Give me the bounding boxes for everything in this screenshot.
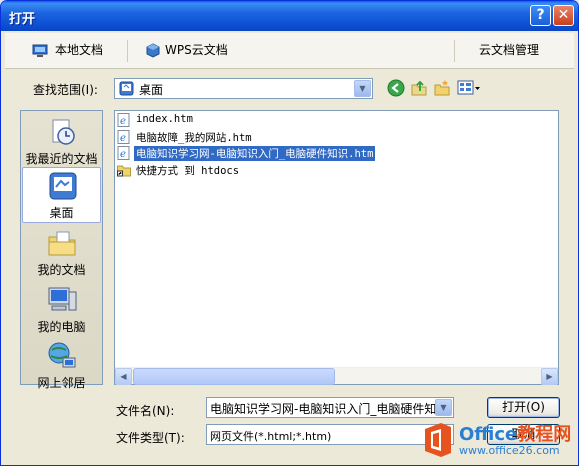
tab-divider: [127, 40, 128, 62]
place-label: 我最近的文档: [25, 152, 98, 166]
chevron-down-icon[interactable]: ▼: [435, 399, 452, 416]
back-icon[interactable]: [387, 79, 405, 97]
my-computer-icon: [48, 287, 77, 311]
help-icon: ?: [536, 7, 545, 23]
my-documents-folder-icon: [48, 231, 76, 256]
file-name: 电脑故障_我的网站.htm: [136, 132, 252, 144]
new-folder-icon[interactable]: [433, 79, 451, 97]
tab-manage-label: 云文档管理: [479, 43, 540, 57]
place-network[interactable]: 网上邻居: [22, 338, 101, 394]
ie-html-file-icon: e: [117, 130, 130, 144]
monitor-icon: [32, 44, 48, 57]
recent-documents-icon: [52, 119, 75, 145]
up-folder-icon[interactable]: [410, 79, 428, 97]
watermark-url: www.office26.com: [459, 444, 560, 457]
office-logo-icon: [425, 423, 451, 457]
location-tabs: 本地文档 WPS云文档 云文档管理: [5, 33, 574, 69]
tab-local-label: 本地文档: [55, 43, 104, 57]
open-dialog: 打开 ? ✕ 本地文档 WPS云文档 云文档管理 查找范围(I): 桌面 ▼ 我…: [0, 0, 579, 466]
file-name-label: 文件名(N):: [116, 404, 175, 418]
file-name: 快捷方式 到 htdocs: [136, 165, 240, 177]
view-menu-icon[interactable]: [457, 79, 481, 97]
cloud-cube-icon: [146, 43, 160, 58]
scroll-right-button[interactable]: ▶: [541, 368, 558, 385]
file-name-value: 电脑知识学习网-电脑知识入门_电脑硬件知识: [210, 402, 435, 416]
network-icon: [48, 342, 76, 368]
places-bar: 我最近的文档 桌面 我的文档 我的电脑 网上邻居: [20, 110, 103, 390]
place-label: 我的文档: [37, 263, 86, 277]
ie-html-file-icon: e: [117, 113, 130, 127]
file-name: 电脑知识学习网-电脑知识入门_电脑硬件知识.htm: [134, 146, 376, 161]
place-desktop[interactable]: 桌面: [22, 167, 101, 223]
dialog-title: 打开: [9, 12, 36, 27]
scroll-left-button[interactable]: ◀: [115, 368, 132, 385]
watermark-brand: Office教程网: [459, 424, 572, 445]
tab-wps-cloud[interactable]: WPS云文档: [146, 33, 228, 69]
svg-text:e: e: [120, 116, 126, 127]
title-bar: 打开 ? ✕: [1, 1, 578, 31]
open-button[interactable]: 打开(O): [487, 397, 560, 418]
horizontal-scrollbar[interactable]: ◀ ▶: [115, 367, 558, 385]
svg-text:e: e: [120, 133, 126, 144]
desktop-icon: [119, 81, 134, 96]
file-list[interactable]: e index.htm e 电脑故障_我的网站.htm e 电脑知识学习网-电脑…: [114, 110, 559, 385]
place-recent-documents[interactable]: 我最近的文档: [22, 114, 101, 170]
tab-local-documents[interactable]: 本地文档: [32, 33, 104, 69]
place-my-computer[interactable]: 我的电脑: [22, 282, 101, 338]
close-button[interactable]: ✕: [553, 5, 574, 26]
folder-shortcut-icon: [117, 165, 131, 177]
tab-wps-label: WPS云文档: [165, 43, 228, 57]
chevron-down-icon[interactable]: ▼: [354, 80, 371, 97]
scroll-thumb[interactable]: [133, 368, 335, 385]
look-in-value: 桌面: [139, 83, 164, 97]
watermark: Office教程网 www.office26.com: [415, 417, 578, 465]
close-icon: ✕: [557, 7, 570, 23]
place-label: 网上邻居: [37, 376, 86, 390]
file-name-input[interactable]: 电脑知识学习网-电脑知识入门_电脑硬件知识 ▼: [206, 397, 454, 418]
file-type-value: 网页文件(*.html;*.htm): [210, 430, 332, 443]
place-my-documents[interactable]: 我的文档: [22, 225, 101, 281]
look-in-label: 查找范围(I):: [33, 83, 98, 97]
desktop-icon: [49, 172, 77, 200]
svg-text:e: e: [120, 149, 126, 160]
ie-html-file-icon: e: [117, 146, 130, 160]
place-label: 桌面: [49, 206, 74, 220]
look-in-select[interactable]: 桌面 ▼: [114, 78, 373, 99]
tab-divider: [454, 40, 455, 62]
tab-cloud-manage[interactable]: 云文档管理: [479, 33, 539, 69]
help-button[interactable]: ?: [530, 5, 551, 26]
place-label: 我的电脑: [37, 320, 86, 334]
file-name: index.htm: [136, 113, 193, 125]
file-type-label: 文件类型(T):: [116, 431, 185, 445]
